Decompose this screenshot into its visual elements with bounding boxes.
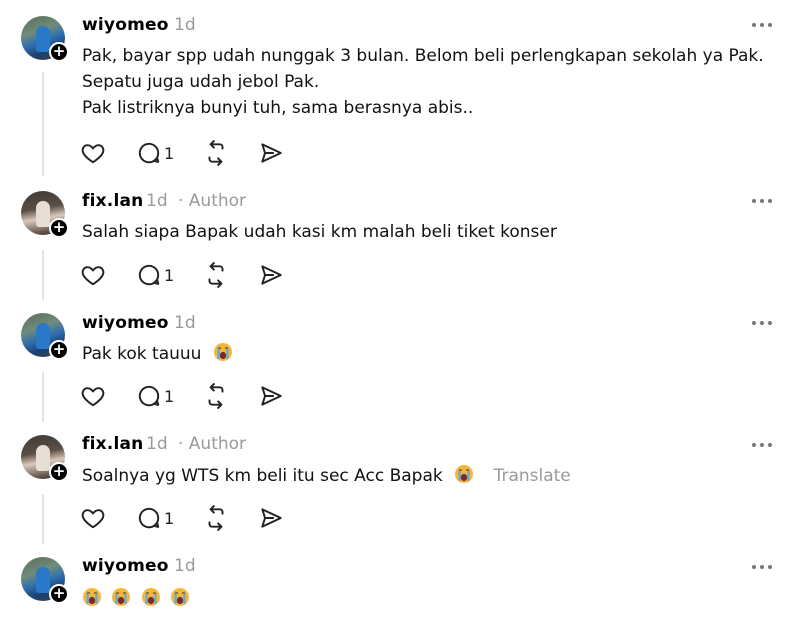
- reply-count: 1: [164, 144, 175, 163]
- heart-icon: [81, 509, 105, 529]
- reply-button[interactable]: 1: [136, 140, 174, 170]
- thread-line: [42, 494, 44, 544]
- reply-count: 1: [164, 266, 175, 285]
- author-badge: · Author: [178, 191, 247, 211]
- action-bar: 1: [80, 140, 320, 170]
- heart-icon: [81, 387, 105, 407]
- username[interactable]: fix.lan: [82, 191, 143, 211]
- repost-icon: [208, 262, 224, 288]
- post-text: Salah siapa Bapak udah kasi km malah bel…: [82, 219, 557, 245]
- post-text: Pak, bayar spp udah nunggak 3 bulan. Bel…: [82, 43, 764, 121]
- thread-line: [42, 372, 44, 422]
- reply-button[interactable]: 1: [136, 505, 174, 535]
- thread-line: [42, 250, 44, 300]
- repost-button[interactable]: [203, 383, 229, 413]
- post-text-line: Pak kok tauuu: [82, 344, 202, 364]
- repost-icon: [208, 505, 224, 531]
- post-time: 1d: [174, 556, 196, 576]
- more-icon[interactable]: [752, 562, 776, 572]
- comment-icon: [138, 264, 160, 286]
- post-text-line: Pak listriknya bunyi tuh, sama berasnya …: [82, 98, 474, 118]
- like-button[interactable]: [80, 262, 106, 292]
- send-icon: [261, 143, 282, 163]
- post-text-line: Sepatu juga udah jebol Pak.: [82, 72, 320, 92]
- like-button[interactable]: [80, 383, 106, 413]
- like-button[interactable]: [80, 505, 106, 535]
- thread-line: [42, 72, 44, 176]
- send-icon: [261, 508, 282, 528]
- post-text: Pak kok tauuu: [82, 341, 233, 367]
- translate-link[interactable]: Translate: [494, 466, 571, 486]
- reply-count: 1: [164, 509, 175, 528]
- post-time: 1d: [146, 434, 168, 454]
- heart-icon: [81, 144, 105, 164]
- reply-button[interactable]: 1: [136, 262, 174, 292]
- thread: + wiyomeo 1d Pak, bayar spp udah nunggak…: [0, 0, 800, 619]
- post-time: 1d: [174, 313, 196, 333]
- username[interactable]: wiyomeo: [82, 15, 169, 35]
- reply-button[interactable]: 1: [136, 383, 174, 413]
- more-icon[interactable]: [752, 196, 776, 206]
- repost-icon: [208, 140, 224, 166]
- repost-button[interactable]: [203, 262, 229, 292]
- repost-button[interactable]: [203, 505, 229, 535]
- post-text-line: Soalnya yg WTS km beli itu sec Acc Bapak: [82, 466, 443, 486]
- follow-plus-icon[interactable]: +: [49, 218, 69, 238]
- action-bar: 1: [80, 262, 320, 292]
- crying-face-icon: [83, 588, 101, 606]
- share-button[interactable]: [258, 140, 284, 170]
- follow-plus-icon[interactable]: +: [49, 584, 69, 604]
- send-icon: [261, 386, 282, 406]
- more-icon[interactable]: [752, 318, 776, 328]
- repost-button[interactable]: [203, 140, 229, 170]
- comment-icon: [138, 507, 160, 529]
- follow-plus-icon[interactable]: +: [49, 340, 69, 360]
- crying-face-icon: [112, 588, 131, 606]
- more-icon[interactable]: [752, 440, 776, 450]
- comment-icon: [138, 385, 160, 407]
- share-button[interactable]: [258, 262, 284, 292]
- crying-face-icon: [213, 343, 232, 361]
- post-text-line: Salah siapa Bapak udah kasi km malah bel…: [82, 222, 557, 242]
- author-badge: · Author: [178, 434, 247, 454]
- follow-plus-icon[interactable]: +: [49, 42, 69, 62]
- heart-icon: [81, 266, 105, 286]
- username[interactable]: wiyomeo: [82, 556, 169, 576]
- post-text: Soalnya yg WTS km beli itu sec Acc Bapak…: [82, 463, 571, 489]
- more-icon[interactable]: [752, 20, 776, 30]
- crying-face-icon: [141, 588, 160, 606]
- follow-plus-icon[interactable]: +: [49, 462, 69, 482]
- reply-count: 1: [164, 387, 175, 406]
- repost-icon: [208, 383, 224, 409]
- post-text-line: Pak, bayar spp udah nunggak 3 bulan. Bel…: [82, 46, 764, 66]
- username[interactable]: wiyomeo: [82, 313, 169, 333]
- username[interactable]: fix.lan: [82, 434, 143, 454]
- emoji-row: [82, 586, 190, 612]
- post-time: 1d: [146, 191, 168, 211]
- share-button[interactable]: [258, 383, 284, 413]
- post-time: 1d: [174, 15, 196, 35]
- action-bar: 1: [80, 383, 320, 413]
- action-bar: 1: [80, 505, 320, 535]
- share-button[interactable]: [258, 505, 284, 535]
- crying-face-icon: [171, 588, 190, 606]
- send-icon: [261, 265, 282, 285]
- crying-face-icon: [455, 465, 474, 483]
- comment-icon: [138, 142, 160, 164]
- like-button[interactable]: [80, 140, 106, 170]
